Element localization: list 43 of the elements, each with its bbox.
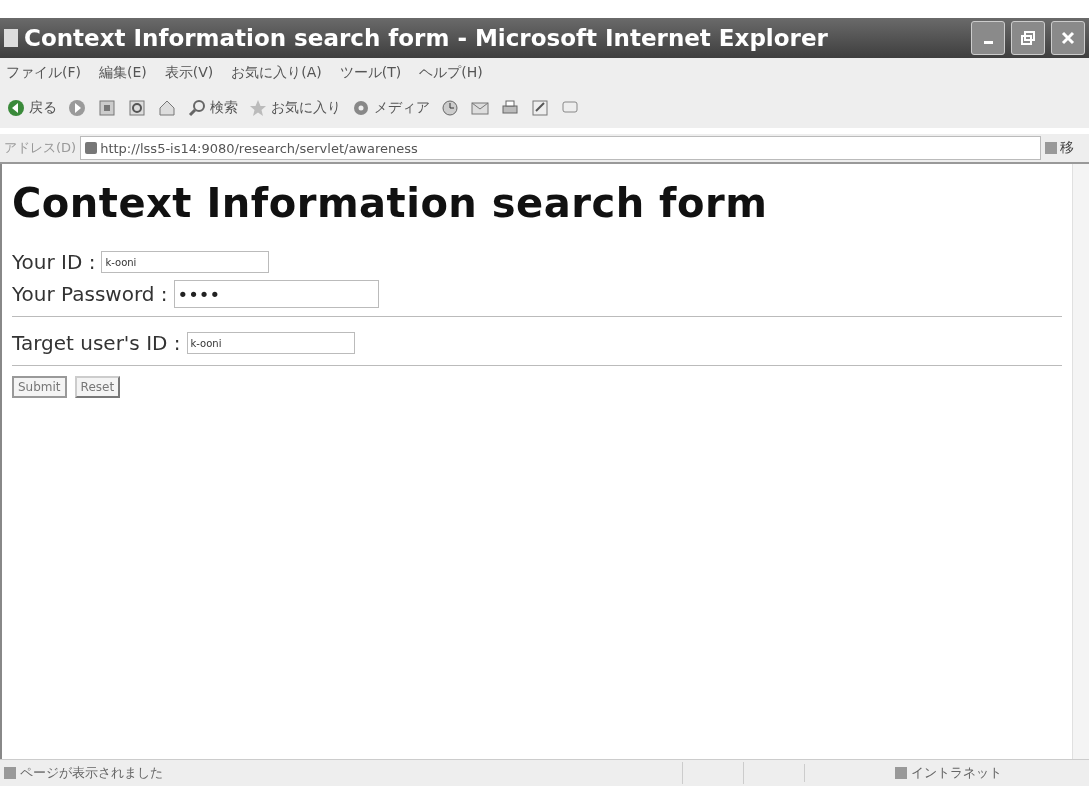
close-icon xyxy=(1061,31,1075,45)
menu-item[interactable]: 編集(E) xyxy=(99,64,147,82)
home-icon[interactable] xyxy=(157,98,177,118)
app-icon xyxy=(4,29,18,47)
toolbar-button[interactable]: お気に入り xyxy=(248,98,341,118)
status-message: ページが表示されました xyxy=(20,764,163,782)
address-label: アドレス(D) xyxy=(4,139,77,157)
text-field[interactable]: k-ooni xyxy=(186,332,355,354)
window-title: Context Information search form - Microsoft Internet Explorer xyxy=(24,25,829,51)
menu-item[interactable]: ファイル(F) xyxy=(6,64,81,82)
zone-label: イントラネット xyxy=(911,764,1002,782)
toolbar-button[interactable]: メディア xyxy=(351,98,430,118)
favorites-icon xyxy=(248,98,268,118)
history-icon[interactable] xyxy=(440,98,460,118)
refresh-icon[interactable] xyxy=(127,98,147,118)
toolbar-button[interactable]: 戻る xyxy=(6,98,57,118)
stop-icon[interactable] xyxy=(97,98,117,118)
password-field[interactable]: •••• xyxy=(173,280,379,308)
field-label: Target user's ID : xyxy=(12,331,181,355)
search-icon xyxy=(187,98,207,118)
menu-item[interactable]: お気に入り(A) xyxy=(231,64,322,82)
restore-icon xyxy=(1021,31,1035,45)
restore-button[interactable] xyxy=(1011,21,1045,55)
menu-item[interactable]: 表示(V) xyxy=(164,64,214,82)
address-field[interactable]: http://lss5-is14:9080/research/servlet/awareness xyxy=(80,136,1041,160)
media-icon xyxy=(351,98,371,118)
menu-item[interactable]: ヘルプ(H) xyxy=(419,64,483,82)
edit-icon[interactable] xyxy=(530,98,550,118)
form-button[interactable]: Submit xyxy=(12,376,67,398)
form-button[interactable]: Reset xyxy=(74,376,121,398)
close-button[interactable] xyxy=(1051,21,1085,55)
go-button[interactable]: 移 xyxy=(1045,139,1085,157)
menu-item[interactable]: ツール(T) xyxy=(339,64,402,82)
minimize-icon xyxy=(983,40,993,44)
text-field[interactable]: k-ooni xyxy=(101,251,270,273)
toolbar-button[interactable]: 検索 xyxy=(187,98,238,118)
forward-icon[interactable] xyxy=(67,98,87,118)
field-label: Your ID : xyxy=(12,250,96,274)
page-heading: Context Information search form xyxy=(12,180,769,226)
scrollbar[interactable] xyxy=(1072,164,1089,759)
field-label: Your Password : xyxy=(12,282,168,306)
back-icon xyxy=(6,98,26,118)
minimize-button[interactable] xyxy=(971,21,1005,55)
